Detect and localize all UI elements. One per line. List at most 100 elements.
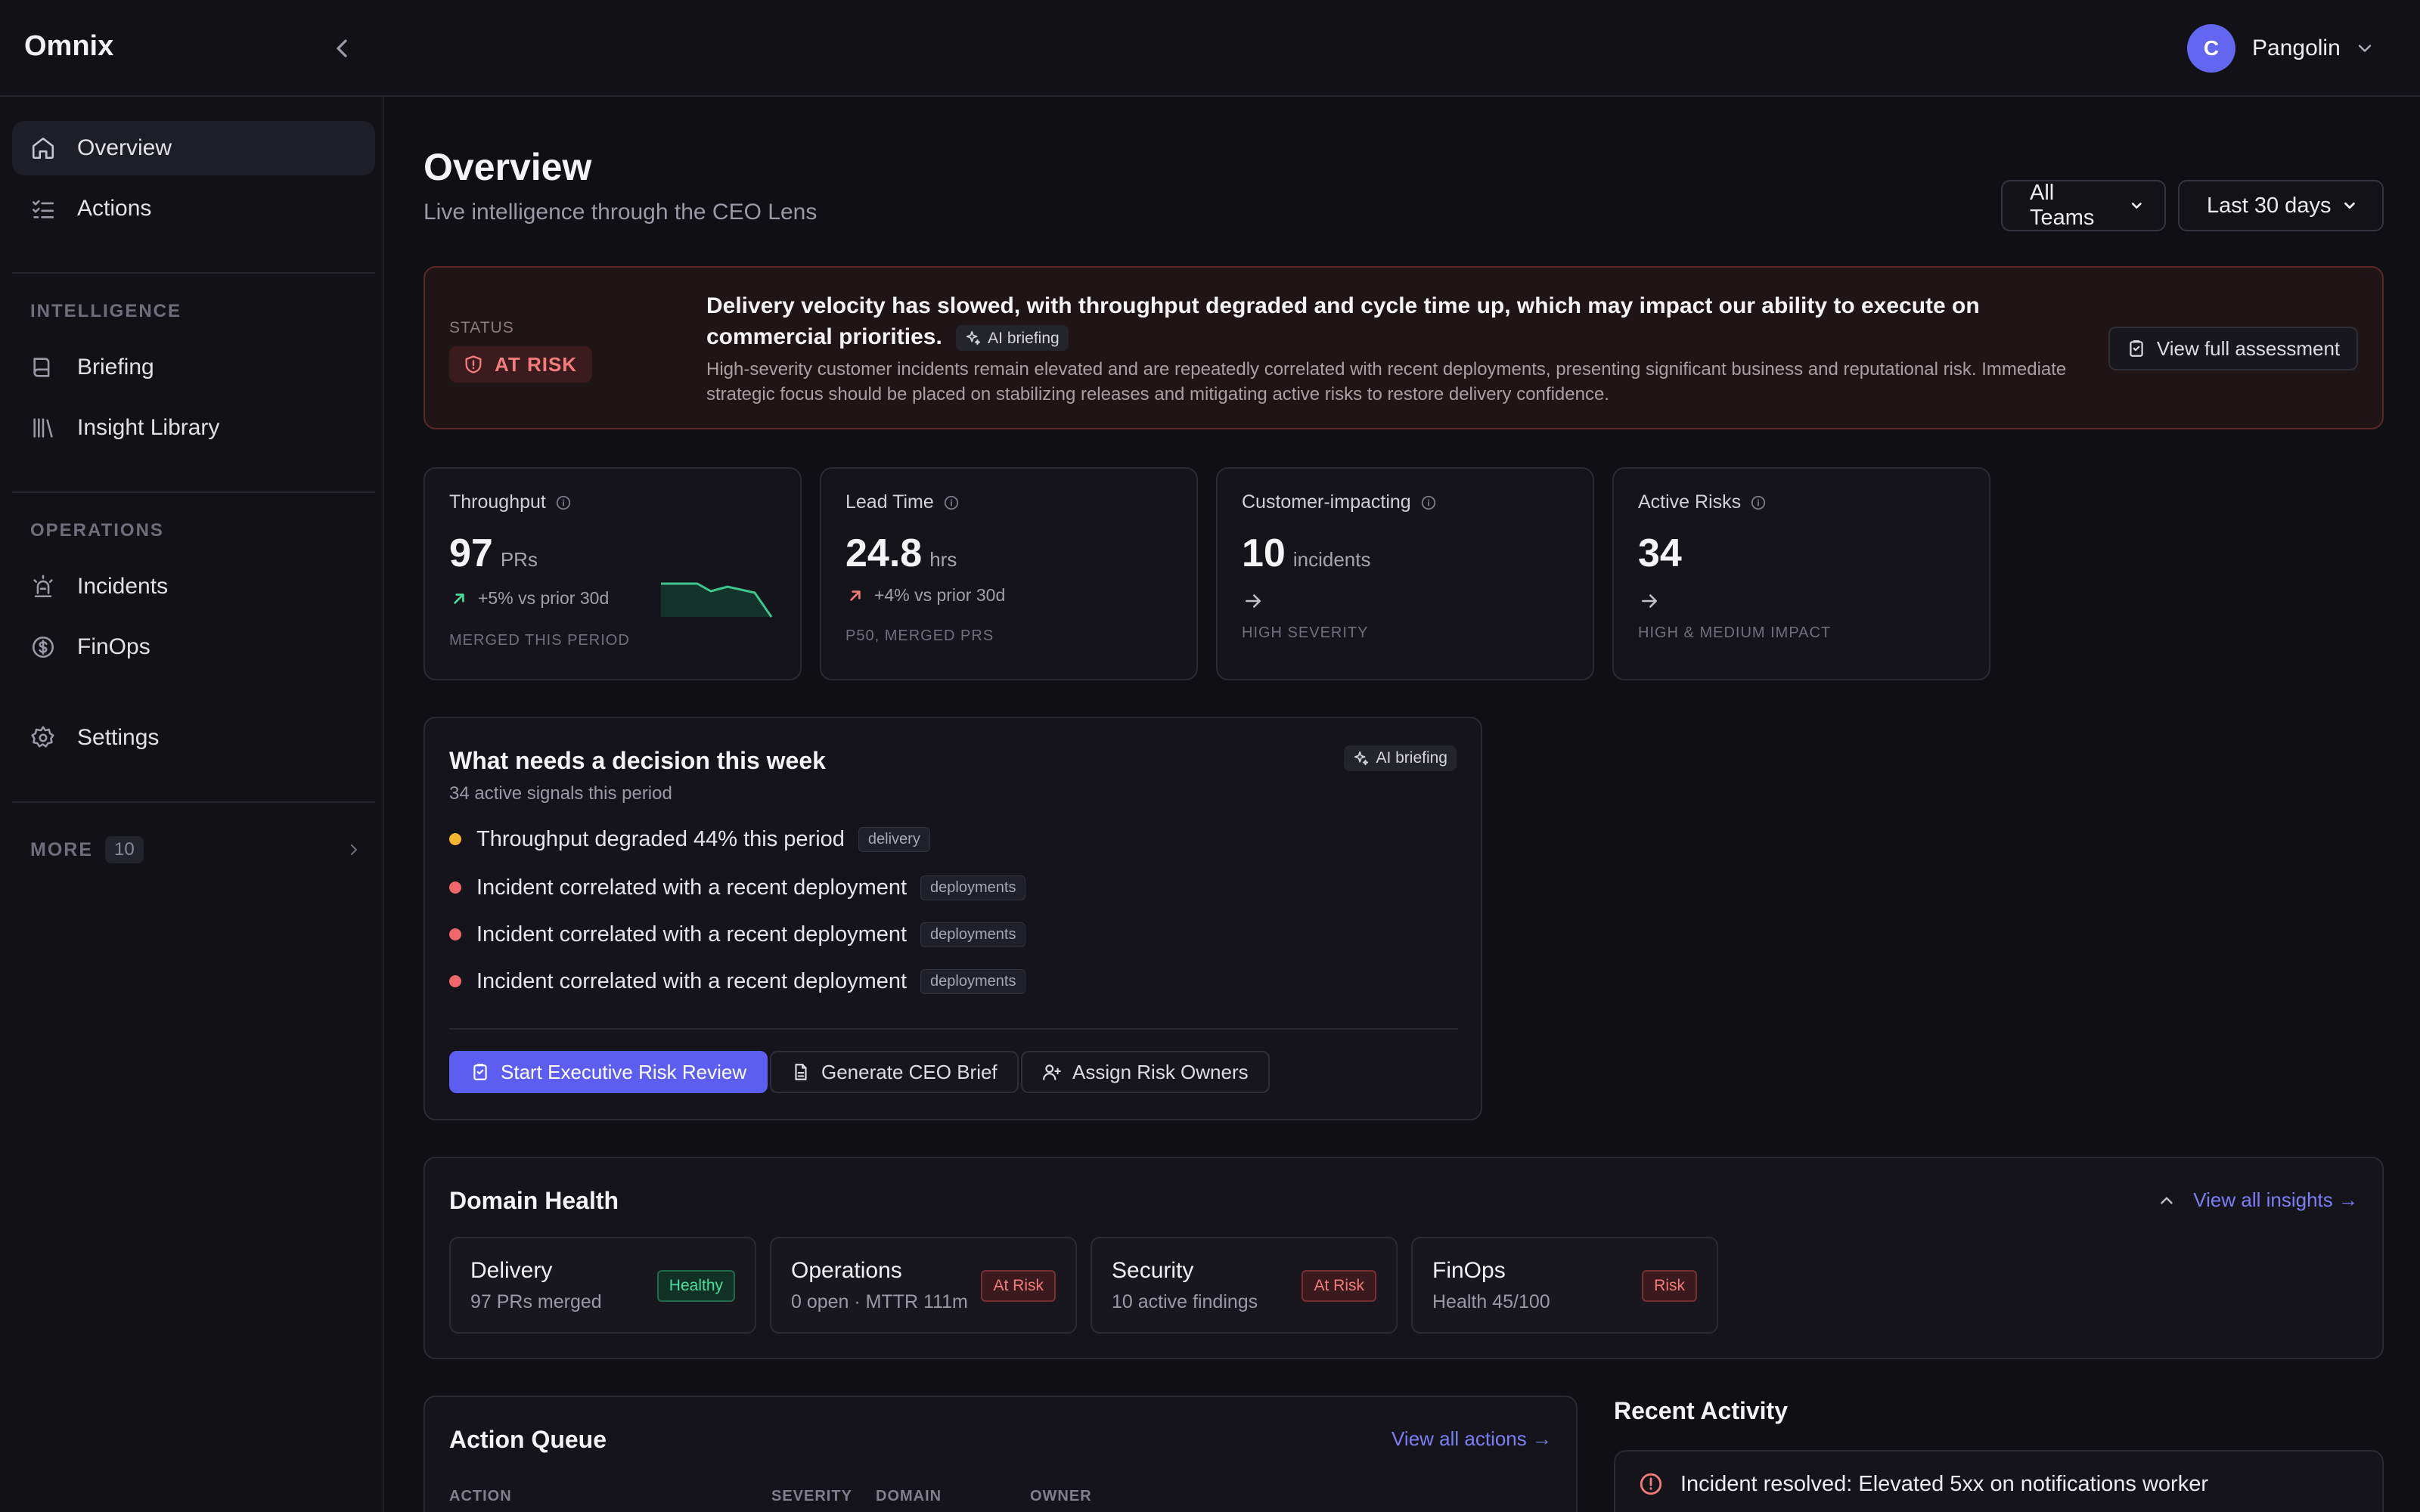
info-icon[interactable] [1750,494,1767,511]
view-all-insights-link[interactable]: View all insights → [2157,1188,2358,1212]
domain-card-security[interactable]: Security 10 active findings At Risk [1091,1237,1398,1334]
status-body: High-severity customer incidents remain … [706,359,2067,404]
ai-briefing-chip: AI briefing [956,325,1069,352]
generate-ceo-brief-button[interactable]: Generate CEO Brief [770,1051,1019,1093]
kpi-value-number: 24.8 [845,531,923,575]
collapse-sidebar-button[interactable] [327,33,357,64]
library-icon [33,418,53,438]
domain-name: FinOps [1432,1258,1506,1283]
sidebar: Overview Actions INTELLIGENCE Briefing I… [0,97,384,1512]
kpi-unit: hrs [929,548,957,571]
kpi-title: Customer-impacting [1242,491,1437,513]
siren-icon [33,575,53,598]
user-name: Pangolin [2252,36,2341,60]
view-full-assessment-button[interactable]: View full assessment [2108,327,2358,370]
team-filter-select[interactable]: All Teams [2001,180,2166,231]
domain-card-operations[interactable]: Operations 0 open · MTTR 111m At Risk [770,1237,1077,1334]
app-logo[interactable]: Omnix [24,30,113,63]
domain-card-delivery[interactable]: Delivery 97 PRs merged Healthy [449,1237,756,1334]
info-icon[interactable] [943,494,960,511]
status-headline: Delivery velocity has slowed, with throu… [706,290,2098,352]
document-icon [795,1064,807,1080]
domain-health-panel: Domain Health View all insights → Delive… [424,1157,2384,1359]
arrow-up-right-icon [850,590,861,601]
column-header-owner[interactable]: OWNER [1030,1488,1092,1505]
sidebar-item-label: Briefing [77,355,154,380]
info-icon[interactable] [1420,494,1437,511]
more-count-badge: 10 [105,836,144,863]
user-menu[interactable]: C Pangolin [2187,24,2375,73]
view-all-insights-label: View all insights → [2193,1188,2358,1211]
status-badge: Risk [1642,1270,1697,1302]
column-header-severity[interactable]: SEVERITY [771,1488,852,1505]
kpi-card-active-risks[interactable]: Active Risks 34 HIGH & MEDIUM IMPACT [1612,467,1990,680]
kpi-value: 10 incidents [1242,531,1370,576]
column-header-action[interactable]: ACTION [449,1488,512,1505]
ai-briefing-chip: AI briefing [1344,745,1457,771]
kpi-card-customer-impacting[interactable]: Customer-impacting 10 incidents HIGH SEVE… [1216,467,1594,680]
domain-sub: Health 45/100 [1432,1291,1550,1312]
column-header-domain[interactable]: DOMAIN [876,1488,942,1505]
kpi-title: Active Risks [1638,491,1767,513]
kpi-unit: PRs [500,548,538,571]
sidebar-item-incidents[interactable]: Incidents [12,559,375,614]
ai-briefing-label: AI briefing [988,329,1060,347]
activity-item[interactable]: Incident resolved: Elevated 5xx on notif… [1638,1471,2208,1497]
period-filter-value: Last 30 days [2207,193,2332,218]
sidebar-item-label: Insight Library [77,415,220,440]
sidebar-section-intelligence: INTELLIGENCE [30,301,182,321]
kpi-value-number: 34 [1638,531,1682,575]
sidebar-item-settings[interactable]: Settings [12,711,375,765]
kpi-unit: incidents [1292,548,1371,571]
status-headline-text: Delivery velocity has slowed, with throu… [706,293,1980,349]
signal-item[interactable]: Throughput degraded 44% this period deli… [449,824,930,854]
kpi-card-lead-time[interactable]: Lead Time 24.8 hrs +4% vs prior 30d P50, … [820,467,1198,680]
kpi-footer: MERGED THIS PERIOD [449,632,630,649]
sidebar-item-insight-library[interactable]: Insight Library [12,401,375,455]
view-full-assessment-label: View full assessment [2156,336,2341,360]
signal-item[interactable]: Incident correlated with a recent deploy… [449,872,1026,903]
kpi-trend: +5% vs prior 30d [449,588,609,609]
domain-card-finops[interactable]: FinOps Health 45/100 Risk [1411,1237,1718,1334]
sidebar-divider [12,272,375,274]
kpi-card-throughput[interactable]: Throughput 97 PRs +5% vs prior 30d MERGED… [424,467,802,680]
assign-risk-owners-button[interactable]: Assign Risk Owners [1021,1051,1270,1093]
period-filter-select[interactable]: Last 30 days [2178,180,2384,231]
view-all-actions-link[interactable]: View all actions → [1392,1427,1552,1451]
kpi-title-text: Throughput [449,491,546,513]
kpi-value-number: 97 [449,531,493,575]
sidebar-item-briefing[interactable]: Briefing [12,340,375,395]
signal-item[interactable]: Incident correlated with a recent deploy… [449,919,1026,950]
top-bar: Omnix C Pangolin [0,0,2420,97]
recent-activity-title: Recent Activity [1614,1397,1788,1424]
domain-name: Operations [791,1258,902,1283]
info-icon[interactable] [555,494,572,511]
sparkles-icon [1354,751,1369,766]
chevron-up-icon[interactable] [2157,1191,2176,1210]
arrow-right-icon[interactable] [1242,590,1264,612]
main-content: Overview Live intelligence through the C… [384,97,2420,1512]
chevron-down-icon [2358,45,2371,52]
arrow-right-icon[interactable] [1638,590,1661,612]
signal-text: Incident correlated with a recent deploy… [476,968,908,993]
sidebar-divider [12,491,375,493]
sidebar-item-actions[interactable]: Actions [12,181,375,236]
domain-sub: 10 active findings [1112,1291,1258,1312]
sidebar-divider [12,801,375,803]
team-filter-value: All Teams [2030,181,2095,230]
kpi-value: 24.8 hrs [845,531,957,576]
action-queue-panel: Action Queue View all actions → ACTION S… [424,1396,1578,1512]
activity-text: Incident resolved: Elevated 5xx on notif… [1680,1471,2208,1496]
kpi-title: Throughput [449,491,572,513]
sidebar-item-finops[interactable]: FinOps [12,620,375,674]
more-label: MORE [30,838,93,860]
throughput-sparkline [661,582,773,618]
sidebar-item-overview[interactable]: Overview [12,121,375,175]
signal-item[interactable]: Incident correlated with a recent deploy… [449,966,1026,996]
start-executive-risk-review-button[interactable]: Start Executive Risk Review [449,1051,768,1093]
severity-dot [449,833,461,845]
chevron-right-icon [351,844,357,855]
page-title: Overview [424,146,592,188]
sidebar-more-toggle[interactable]: MORE 10 [30,832,363,868]
status-banner: STATUS AT RISK Delivery velocity has slo… [424,266,2384,429]
